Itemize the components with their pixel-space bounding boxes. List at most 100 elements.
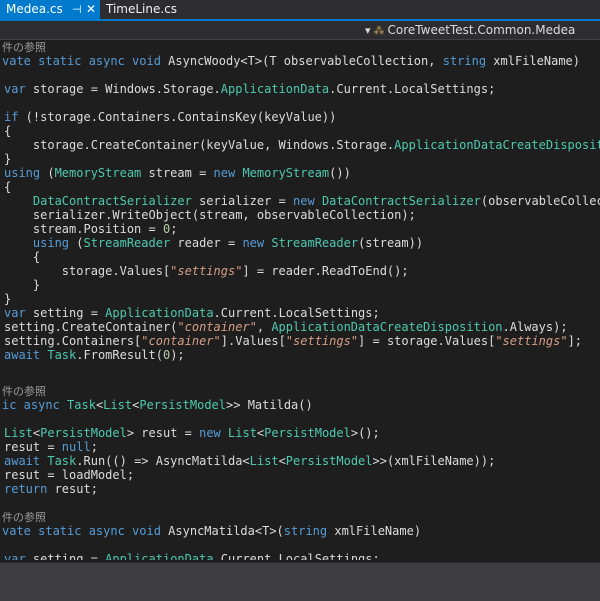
code-line: { [4,124,11,138]
code-editor[interactable]: 件の参照 vate static async void AsyncWoody<T>… [0,40,600,560]
class-icon: ⁂ [373,24,385,37]
code-token: MemoryStream [54,166,142,180]
code-line: var setting = ApplicationData.Current.Lo… [4,552,380,560]
code-line: vate static async void AsyncMatilda<T>(s… [2,524,421,538]
code-token: serializer.WriteObject(stream, observabl… [4,208,416,222]
code-line: if (!storage.Containers.ContainsKey(keyV… [4,110,336,124]
code-token: .Current.LocalSettings; [213,552,380,560]
code-token: >(); [350,426,380,440]
code-line: ic async Task<List<PersistModel>> Matild… [2,398,313,412]
code-token: setting = [25,552,106,560]
codelens-reference[interactable]: 件の参照 [2,385,46,398]
class-navigation-dropdown[interactable]: ▾ ⁂ CoreTweetTest.Common.Medea [365,21,575,39]
code-line: var setting = ApplicationData.Current.Lo… [4,306,380,320]
code-token: return [4,482,48,496]
code-token: storage.CreateContainer(keyValue, Window… [4,138,395,152]
code-line: using (MemoryStream stream = new MemoryS… [4,166,351,180]
document-tab-bar: Medea.cs ⊣ ✕ TimeLine.cs [0,0,600,21]
code-line: setting.CreateContainer("container", App… [4,320,568,334]
tab-label: Medea.cs [6,2,63,16]
code-token: PersistModel [40,426,127,440]
code-token: new [293,194,315,208]
code-token: AsyncWoody<T>(T observableCollection, [168,54,443,68]
code-line: } [4,152,11,166]
tab-timeline-cs[interactable]: TimeLine.cs [100,0,200,19]
code-token: < [278,454,286,468]
code-line: } [4,292,11,306]
code-token: "settings" [495,334,568,348]
code-token: ( [40,166,55,180]
code-token: DataContractSerializer [32,194,192,208]
code-token: ApplicationData [105,306,214,320]
code-token: { [4,250,41,264]
code-token: StreamReader [83,236,171,250]
code-token: string [442,54,487,68]
code-line: List<PersistModel> resut = new List<Pers… [4,426,380,440]
code-line: 件の参照 [2,510,46,524]
code-token: xmlFileName) [486,54,580,68]
close-icon[interactable]: ✕ [86,0,96,19]
code-line: return resut; [4,482,98,496]
code-token: resut = [4,440,62,454]
code-token: ] = storage.Values[ [358,334,496,348]
code-token: setting = [25,306,106,320]
code-token: DataContractSerializer [321,194,481,208]
code-token: .Run(() => AsyncMatilda< [76,454,250,468]
code-token: PersistModel [285,454,373,468]
code-token: xmlFileName) [327,524,422,538]
code-token: MemoryStream [242,166,330,180]
code-token: vate static async void [2,54,169,68]
code-token: } [4,152,12,166]
code-token: ApplicationDataCreateDisposition [394,138,600,152]
navigation-bar: ▾ ⁂ CoreTweetTest.Common.Medea [0,21,600,40]
code-line: using (StreamReader reader = new StreamR… [4,236,423,250]
code-token: "settings" [285,334,359,348]
code-token: ); [170,348,185,362]
code-token: .Always); [502,320,568,334]
tab-label: TimeLine.cs [106,2,178,16]
code-token: PersistModel [139,398,227,412]
code-token: ( [69,236,84,250]
code-token: new [199,426,221,440]
code-token: new [213,166,236,180]
code-token: resut; [47,482,98,496]
code-token: } [4,292,12,306]
code-line: { [4,250,40,264]
code-token: (stream)) [358,236,424,250]
code-token: ic async [2,398,68,412]
code-token: Task [47,454,77,468]
code-token: List [103,398,133,412]
code-line: storage.Values["settings"] = reader.Read… [4,264,409,278]
code-token: (!storage.Containers.ContainsKey(keyValu… [18,110,337,124]
code-line: 件の参照 [2,40,46,54]
code-token: StreamReader [271,236,359,250]
code-line: vate static async void AsyncWoody<T>(T o… [2,54,580,68]
code-token: List [4,426,33,440]
code-token: >>(xmlFileName)); [372,454,496,468]
code-token: { [4,180,12,194]
code-token: using [32,236,70,250]
code-token: new [242,236,265,250]
code-token: storage.Values[ [4,264,171,278]
tab-medea-cs[interactable]: Medea.cs ⊣ ✕ [0,0,100,19]
code-token: >> Matilda() [226,398,313,412]
class-path-label: CoreTweetTest.Common.Medea [387,23,576,37]
codelens-reference[interactable]: 件の参照 [2,41,46,54]
code-token: ApplicationData [220,82,330,96]
code-token: setting.CreateContainer( [4,320,178,334]
code-token: ].Values[ [220,334,286,348]
code-token: null [61,440,91,454]
pin-icon[interactable]: ⊣ [72,0,82,19]
code-token: vate static async void [2,524,169,538]
code-token: ]; [567,334,583,348]
code-token: ; [170,222,178,236]
code-token: Task [67,398,96,412]
codelens-reference[interactable]: 件の参照 [2,511,46,524]
code-token: var [4,552,26,560]
code-token: setting.Containers[ [4,334,142,348]
code-token: "settings" [170,264,243,278]
code-line: DataContractSerializer serializer = new … [4,194,600,208]
code-token: { [4,124,12,138]
code-token: AsyncMatilda<T>( [168,524,284,538]
